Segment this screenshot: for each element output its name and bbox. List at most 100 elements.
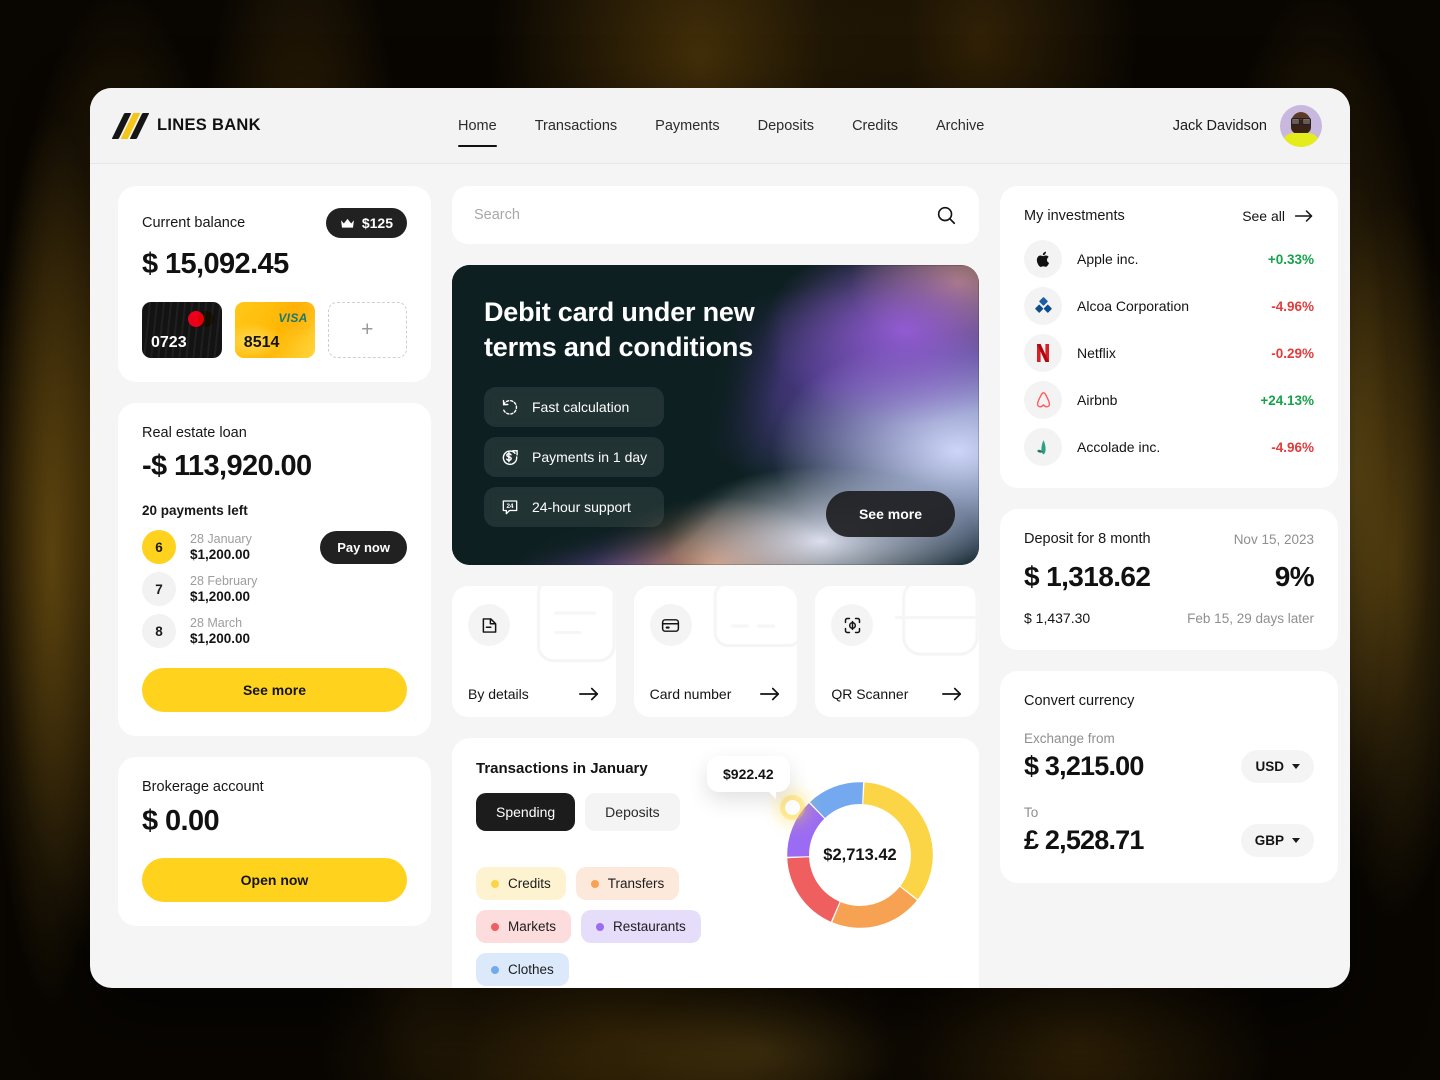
open-now-button[interactable]: Open now — [142, 858, 407, 902]
from-currency-select[interactable]: USD — [1241, 750, 1314, 783]
convert-title: Convert currency — [1024, 693, 1135, 709]
current-balance-card: Current balance $125 $ 15,092.45 0723 VI… — [118, 186, 431, 382]
mastercard-icon — [187, 311, 214, 327]
investment-change: +0.33% — [1267, 251, 1314, 267]
spending-donut-chart: $2,713.42 $922.42 — [707, 756, 951, 946]
legend-chip-markets[interactable]: Markets — [476, 910, 572, 943]
legend-chip-credits[interactable]: Credits — [476, 867, 566, 900]
legend-dot — [491, 965, 499, 974]
card-digits: 8514 — [243, 334, 280, 351]
qr-scanner-icon-box — [831, 604, 874, 646]
by-details-icon-box — [468, 604, 510, 646]
legend-dot — [596, 922, 605, 931]
nav-item-deposits[interactable]: Deposits — [758, 88, 814, 163]
pay-now-button[interactable]: Pay now — [320, 530, 407, 564]
dollar-arrow-icon — [502, 450, 518, 466]
tab-spending[interactable]: Spending — [476, 793, 576, 831]
loan-title: Real estate loan — [142, 425, 247, 441]
tab-deposits[interactable]: Deposits — [585, 793, 680, 831]
legend-chip-transfers[interactable]: Transfers — [575, 867, 680, 900]
legend-label: Restaurants — [613, 919, 686, 934]
crown-icon — [340, 218, 354, 228]
nav-item-home[interactable]: Home — [458, 88, 497, 163]
search-input[interactable] — [474, 207, 935, 223]
investment-row-alcoa[interactable]: Alcoa Corporation -4.96% — [1024, 287, 1314, 325]
feature-24-hour-support: 24 24-hour support — [484, 487, 664, 528]
method-label: Card number — [649, 686, 732, 702]
refresh-icon — [502, 400, 518, 415]
loan-amount: -$ 113,920.00 — [142, 450, 312, 482]
deposit-rate: 9% — [1274, 561, 1315, 592]
investment-row-netflix[interactable]: Netflix -0.29% — [1024, 334, 1314, 372]
search-icon[interactable] — [935, 204, 957, 226]
convert-currency-card: Convert currency Exchange from $ 3,215.0… — [1000, 671, 1338, 883]
brand: LINES BANK — [111, 112, 458, 139]
apple-logo-icon — [1024, 240, 1062, 278]
method-by-details[interactable]: By details — [452, 586, 616, 717]
exchange-from-label: Exchange from — [1024, 731, 1115, 746]
investments-list: Apple inc. +0.33% Alcoa Corporation -4.9… — [1024, 240, 1314, 466]
deposit-amount: $ 1,318.62 — [1024, 561, 1151, 592]
search-bar[interactable] — [452, 186, 979, 244]
investment-row-accolade[interactable]: Accolade inc. -4.96% — [1024, 428, 1314, 466]
bonus-badge[interactable]: $125 — [325, 208, 407, 238]
exchange-to-amount[interactable]: £ 2,528.71 — [1024, 825, 1144, 856]
arrow-right-icon — [1294, 210, 1313, 222]
payment-number: 7 — [142, 572, 176, 606]
chart-legend: Credits Transfers Markets Restaurants Clothe… — [476, 867, 776, 986]
payment-date: 28 February — [190, 574, 258, 588]
method-label: By details — [468, 686, 529, 702]
payment-schedule: 6 28 January $1,200.00 Pay now 7 28 Febr… — [142, 530, 407, 648]
card-number-icon-box — [649, 604, 692, 646]
deposit-title: Deposit for 8 month — [1024, 531, 1151, 547]
brokerage-amount: $ 0.00 — [142, 805, 220, 837]
chevron-down-icon — [1292, 764, 1300, 769]
nav-item-archive[interactable]: Archive — [936, 88, 984, 163]
investment-row-apple[interactable]: Apple inc. +0.33% — [1024, 240, 1314, 278]
qr-scan-icon — [844, 617, 861, 633]
see-all-label: See all — [1242, 208, 1285, 224]
center-column: Debit card under new terms and condition… — [452, 186, 979, 988]
legend-chip-clothes[interactable]: Clothes — [476, 953, 569, 986]
arrow-right-icon[interactable] — [578, 686, 600, 702]
see-all-investments-button[interactable]: See all — [1242, 208, 1314, 224]
bank-card-8514[interactable]: VISA 8514 — [235, 302, 315, 358]
left-column: Current balance $125 $ 15,092.45 0723 VI… — [118, 186, 431, 988]
investment-row-airbnb[interactable]: Airbnb +24.13% — [1024, 381, 1314, 419]
alcoa-logo-icon — [1024, 287, 1062, 325]
loan-see-more-button[interactable]: See more — [142, 668, 407, 712]
feature-label: Fast calculation — [532, 399, 630, 416]
avatar[interactable] — [1280, 104, 1322, 147]
accolade-logo-icon — [1024, 428, 1062, 466]
add-card-button[interactable]: + — [327, 302, 407, 358]
arrow-right-icon[interactable] — [941, 686, 963, 702]
payment-amount: $1,200.00 — [190, 589, 251, 604]
payment-date: 28 March — [190, 616, 243, 630]
brand-name: LINES BANK — [157, 116, 261, 134]
user-name: Jack Davidson — [1172, 117, 1267, 134]
nav-item-payments[interactable]: Payments — [655, 88, 719, 163]
payment-row: 8 28 March $1,200.00 — [142, 614, 407, 648]
to-currency-select[interactable]: GBP — [1240, 824, 1314, 857]
bank-card-0723[interactable]: 0723 — [142, 302, 222, 358]
banner-see-more-button[interactable]: See more — [825, 491, 955, 537]
exchange-from-amount[interactable]: $ 3,215.00 — [1024, 751, 1144, 782]
nav-item-credits[interactable]: Credits — [852, 88, 898, 163]
user-menu[interactable]: Jack Davidson — [1172, 104, 1322, 147]
method-label: QR Scanner — [831, 686, 909, 702]
app-header: LINES BANK Home Transactions Payments De… — [90, 88, 1350, 164]
investment-change: -0.29% — [1271, 345, 1314, 361]
method-qr-scanner[interactable]: QR Scanner — [815, 586, 979, 717]
payment-amount: $1,200.00 — [190, 631, 251, 646]
airbnb-logo-icon — [1024, 381, 1062, 419]
legend-dot — [491, 922, 499, 931]
nav-item-transactions[interactable]: Transactions — [535, 88, 617, 163]
payment-row: 6 28 January $1,200.00 Pay now — [142, 530, 407, 564]
arrow-right-icon[interactable] — [759, 686, 781, 702]
payment-number: 6 — [142, 530, 176, 564]
netflix-logo-icon — [1024, 334, 1062, 372]
investment-change: -4.96% — [1271, 439, 1314, 455]
legend-chip-restaurants[interactable]: Restaurants — [581, 910, 701, 943]
promo-banner: Debit card under new terms and condition… — [452, 265, 979, 565]
method-card-number[interactable]: Card number — [633, 586, 798, 717]
